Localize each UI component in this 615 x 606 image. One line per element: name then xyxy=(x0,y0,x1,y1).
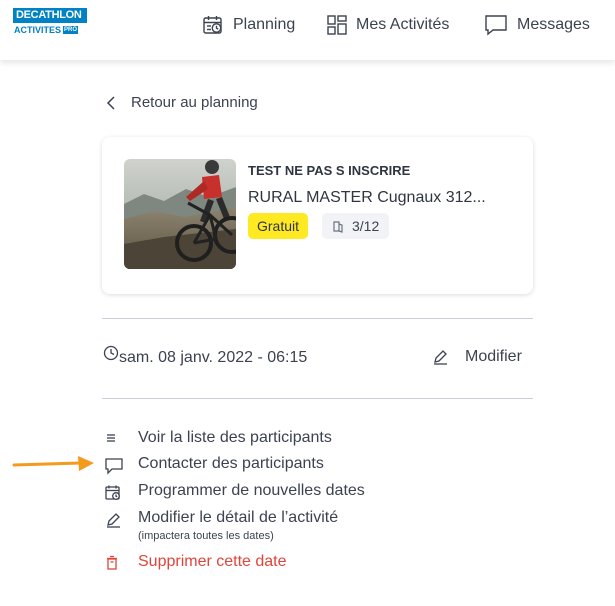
activity-title: TEST NE PAS S INSCRIRE xyxy=(248,163,411,178)
back-link-label: Retour au planning xyxy=(131,94,258,111)
action-text-block: Modifier le détail de l’activité (impact… xyxy=(138,509,338,542)
back-to-planning-link[interactable]: Retour au planning xyxy=(105,94,258,111)
chat-icon xyxy=(485,15,507,36)
action-view-participants[interactable]: Voir la liste des participants xyxy=(102,429,332,447)
modify-label: Modifier xyxy=(465,348,522,365)
top-navigation-bar: DECATHLON ACTIVITES PRO Planning Mes Act… xyxy=(0,0,615,60)
action-label: Modifier le détail de l’activité xyxy=(138,509,339,526)
calendar-icon xyxy=(102,482,138,502)
action-schedule-new-dates[interactable]: Programmer de nouvelles dates xyxy=(102,482,365,502)
session-date: sam. 08 janv. 2022 - 06:15 xyxy=(103,345,307,367)
action-label: Voir la liste des participants xyxy=(138,429,332,446)
decathlon-activites-logo[interactable]: DECATHLON ACTIVITES PRO xyxy=(13,8,89,40)
nav-messages-label: Messages xyxy=(517,16,590,33)
chat-icon xyxy=(102,455,138,475)
divider xyxy=(102,398,533,399)
activity-subtitle: RURAL MASTER Cugnaux 312... xyxy=(248,189,486,206)
nav-mes-activites[interactable]: Mes Activités xyxy=(326,11,449,39)
annotation-arrow-icon xyxy=(12,456,94,471)
chevron-left-icon xyxy=(106,95,115,110)
activity-card[interactable]: TEST NE PAS S INSCRIRE RURAL MASTER Cugn… xyxy=(102,137,533,294)
action-delete-date[interactable]: Supprimer cette date xyxy=(102,553,287,571)
logo-product-text: ACTIVITES xyxy=(14,25,62,35)
pencil-icon xyxy=(434,350,447,365)
nav-planning[interactable]: Planning xyxy=(201,11,295,39)
divider xyxy=(102,318,533,319)
price-badge: Gratuit xyxy=(248,213,309,239)
logo-product-line: ACTIVITES PRO xyxy=(13,24,89,36)
list-icon xyxy=(102,429,138,445)
clock-icon xyxy=(103,345,119,361)
action-contact-participants[interactable]: Contacter des participants xyxy=(102,455,324,475)
action-sublabel: (impactera toutes les dates) xyxy=(138,530,274,542)
action-edit-activity-details[interactable]: Modifier le détail de l’activité (impact… xyxy=(102,509,338,542)
trash-icon xyxy=(102,553,138,571)
nav-messages[interactable]: Messages xyxy=(483,11,590,39)
participants-count: 3/12 xyxy=(352,218,380,234)
session-date-text: sam. 08 janv. 2022 - 06:15 xyxy=(119,349,308,366)
participants-count-badge: 3/12 xyxy=(322,213,390,239)
grid-icon xyxy=(327,15,347,35)
nav-mes-activites-label: Mes Activités xyxy=(356,16,450,33)
modify-date-button[interactable]: Modifier xyxy=(431,348,522,366)
nav-planning-label: Planning xyxy=(233,16,296,33)
participants-icon xyxy=(333,220,343,233)
pencil-icon xyxy=(102,509,138,529)
logo-pro-badge: PRO xyxy=(63,26,79,34)
logo-brand-text: DECATHLON xyxy=(13,8,87,23)
calendar-icon xyxy=(203,16,222,34)
activity-image xyxy=(124,159,236,269)
action-label: Supprimer cette date xyxy=(138,553,287,570)
action-label: Contacter des participants xyxy=(138,455,324,472)
action-label: Programmer de nouvelles dates xyxy=(138,482,365,499)
